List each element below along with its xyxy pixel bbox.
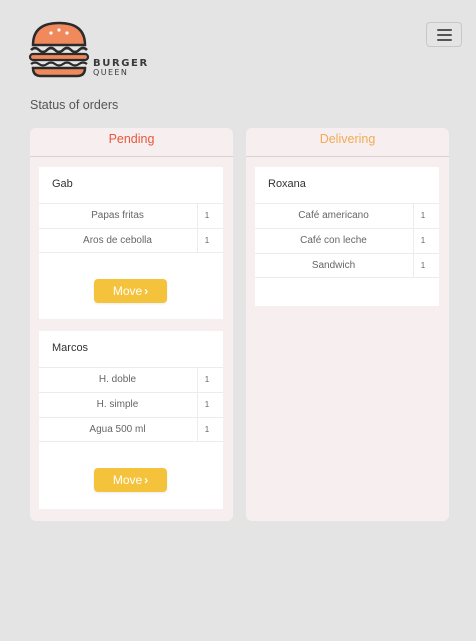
order-item-qty: 1 [204,400,210,409]
order-item-qty: 1 [420,236,426,245]
order-item-name: Aros de cebolla [83,235,152,246]
row-divider [413,254,414,278]
move-button-label: Move [112,473,143,487]
order-item-name: H. simple [96,399,139,410]
order-item-qty: 1 [204,236,210,245]
order-customer-name: Gab [52,178,73,190]
column-title-pending: Pending [30,128,233,157]
order-item-name: Sandwich [311,260,356,271]
order-item-row: Sandwich 1 [255,253,439,278]
row-divider [197,393,198,417]
page-title: Status of orders [30,98,119,112]
brand-logo[interactable]: BURGER QUEEN [27,21,152,79]
row-divider [197,204,198,228]
order-item-row: H. simple 1 [39,392,223,417]
column-delivering: Delivering Roxana Café americano 1 Café … [246,128,449,521]
order-card: Marcos H. doble 1 H. simple 1 Agua 500 m… [39,331,223,509]
top-navbar: BURGER QUEEN [0,0,476,95]
order-item-row: Café americano 1 [255,203,439,228]
row-divider [197,368,198,392]
order-item-name: Café americano [298,210,369,221]
order-item-qty: 1 [204,375,210,384]
move-order-button[interactable]: Move › [94,279,167,303]
column-title-delivering: Delivering [246,128,449,157]
order-item-qty: 1 [204,211,210,220]
move-button-label: Move [112,284,143,298]
row-divider [197,229,198,253]
order-item-row: Agua 500 ml 1 [39,417,223,442]
order-item-row: H. doble 1 [39,367,223,392]
order-item-qty: 1 [420,261,426,270]
hamburger-menu-icon [437,29,452,31]
row-divider [413,229,414,253]
order-card: Gab Papas fritas 1 Aros de cebolla 1 Mov… [39,167,223,319]
order-item-row: Café con leche 1 [255,228,439,253]
chevron-right-icon: › [144,473,149,487]
chevron-right-icon: › [144,284,149,298]
move-order-button[interactable]: Move › [94,468,167,492]
order-card: Roxana Café americano 1 Café con leche 1… [255,167,439,306]
row-divider [413,204,414,228]
order-item-name: Agua 500 ml [89,424,146,435]
row-divider [197,418,198,442]
order-item-name: Café con leche [300,235,367,246]
order-item-qty: 1 [204,425,210,434]
column-pending: Pending Gab Papas fritas 1 Aros de cebol… [30,128,233,521]
brand-name-line2: QUEEN [93,68,129,77]
navbar-toggle-button[interactable] [426,22,462,47]
order-item-row: Papas fritas 1 [39,203,223,228]
order-customer-name: Roxana [268,178,306,190]
order-item-name: H. doble [98,374,137,385]
hamburger-menu-icon-bar [437,34,452,36]
order-item-name: Papas fritas [91,210,144,221]
hamburger-menu-icon-bar [437,39,452,41]
order-item-qty: 1 [420,211,426,220]
burger-logo-icon [28,21,90,78]
order-customer-name: Marcos [52,342,89,354]
order-item-row: Aros de cebolla 1 [39,228,223,253]
